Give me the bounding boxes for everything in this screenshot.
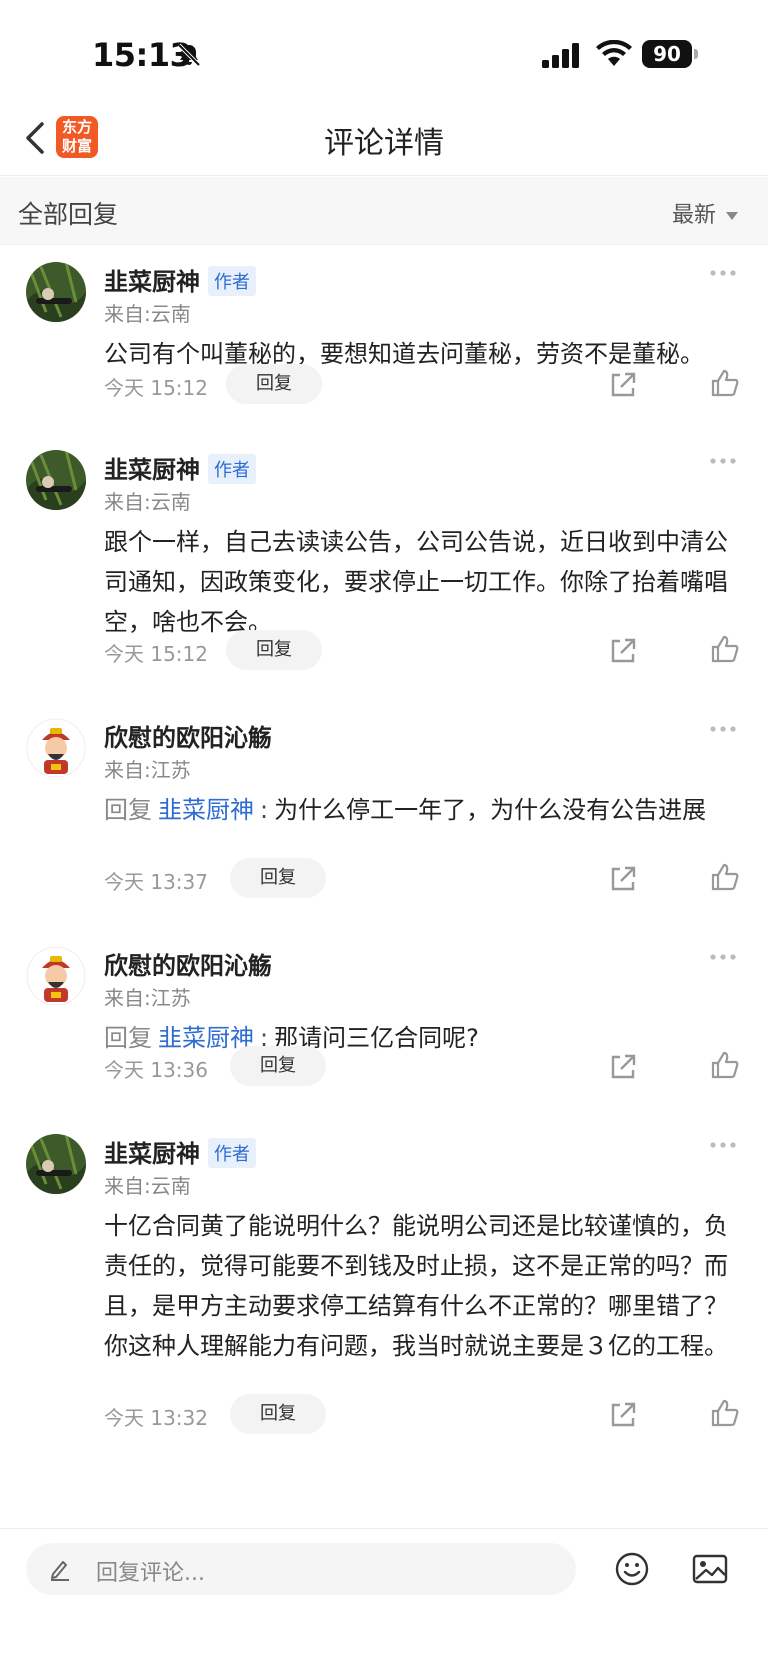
username-text: 欣慰的欧阳沁觞 bbox=[104, 724, 272, 752]
reply-button[interactable]: 回复 bbox=[226, 630, 322, 670]
comment-item: 韭菜厨神 作者 来自:云南 公司有个叫董秘的，要想知道去问董秘，劳资不是董秘。 今… bbox=[0, 246, 768, 434]
comment-time: 今天 13:37 bbox=[104, 870, 208, 894]
reply-button[interactable]: 回复 bbox=[226, 364, 322, 404]
comment-text: 回复 韭菜厨神: 为什么停工一年了，为什么没有公告进展 bbox=[104, 790, 744, 830]
thumbs-up-icon[interactable] bbox=[710, 368, 740, 398]
author-badge: 作者 bbox=[208, 266, 256, 296]
comment-footer: 今天 13:32 回复 bbox=[104, 1394, 744, 1434]
more-dots-icon[interactable] bbox=[708, 724, 738, 734]
username[interactable]: 韭菜厨神 作者 bbox=[104, 262, 256, 297]
comment-time: 今天 15:12 bbox=[104, 376, 208, 400]
comment-time: 今天 13:32 bbox=[104, 1406, 208, 1430]
share-icon[interactable] bbox=[608, 636, 638, 666]
user-location: 来自:江苏 bbox=[104, 986, 191, 1010]
comment-item: 欣慰的欧阳沁觞 来自:江苏 回复 韭菜厨神: 为什么停工一年了，为什么没有公告进展 … bbox=[0, 702, 768, 930]
thumbs-up-icon[interactable] bbox=[710, 862, 740, 892]
sort-dropdown[interactable]: 最新 bbox=[672, 197, 738, 229]
user-avatar[interactable] bbox=[26, 718, 86, 778]
reply-prefix: 回复 bbox=[104, 796, 152, 824]
user-avatar[interactable] bbox=[26, 1134, 86, 1194]
username-text: 韭菜厨神 bbox=[104, 456, 200, 484]
reply-input-placeholder: 回复评论... bbox=[96, 1561, 205, 1586]
battery-indicator: 90 bbox=[642, 40, 698, 68]
username-text: 韭菜厨神 bbox=[104, 268, 200, 296]
comment-footer: 今天 13:36 回复 bbox=[104, 1046, 744, 1086]
reply-text: 为什么停工一年了，为什么没有公告进展 bbox=[274, 796, 707, 824]
status-bar: 15:13 90 bbox=[0, 0, 768, 100]
share-icon[interactable] bbox=[608, 1052, 638, 1082]
section-title: 全部回复 bbox=[18, 200, 119, 229]
reply-separator: : bbox=[260, 796, 269, 824]
battery-level: 90 bbox=[642, 40, 692, 68]
comment-time: 今天 15:12 bbox=[104, 642, 208, 666]
wifi-icon bbox=[596, 40, 632, 66]
author-badge: 作者 bbox=[208, 1138, 256, 1168]
cellular-signal-icon bbox=[542, 43, 579, 68]
thumbs-up-icon[interactable] bbox=[710, 1398, 740, 1428]
comment-text: 十亿合同黄了能说明什么？能说明公司还是比较谨慎的，负责任的，觉得可能要不到钱及时… bbox=[104, 1212, 728, 1360]
share-icon[interactable] bbox=[608, 370, 638, 400]
comment-time: 今天 13:36 bbox=[104, 1058, 208, 1082]
comment-footer: 今天 15:12 回复 bbox=[104, 364, 744, 404]
pencil-icon bbox=[51, 1561, 69, 1581]
username[interactable]: 韭菜厨神 作者 bbox=[104, 1134, 256, 1169]
comment-footer: 今天 15:12 回复 bbox=[104, 630, 744, 670]
user-location: 来自:云南 bbox=[104, 490, 191, 514]
reply-button[interactable]: 回复 bbox=[230, 1046, 326, 1086]
nav-header: 东方 财富 评论详情 bbox=[0, 100, 768, 176]
comment-footer: 今天 13:37 回复 bbox=[104, 858, 744, 898]
more-dots-icon[interactable] bbox=[708, 952, 738, 962]
share-icon[interactable] bbox=[608, 1400, 638, 1430]
reply-bar: 回复评论... bbox=[0, 1528, 768, 1669]
replies-section-header: 全部回复 最新 bbox=[0, 177, 768, 245]
image-icon[interactable] bbox=[692, 1553, 728, 1585]
sort-label: 最新 bbox=[671, 203, 716, 228]
username-text: 韭菜厨神 bbox=[104, 1140, 200, 1168]
thumbs-up-icon[interactable] bbox=[710, 634, 740, 664]
reply-target-link[interactable]: 韭菜厨神 bbox=[158, 796, 254, 824]
username[interactable]: 欣慰的欧阳沁觞 bbox=[104, 718, 272, 753]
comment-item: 欣慰的欧阳沁觞 来自:江苏 回复 韭菜厨神: 那请问三亿合同呢? 今天 13:36 … bbox=[0, 930, 768, 1118]
more-dots-icon[interactable] bbox=[708, 456, 738, 466]
emoji-icon[interactable] bbox=[614, 1551, 650, 1587]
username-text: 欣慰的欧阳沁觞 bbox=[104, 952, 272, 980]
comment-item: 韭菜厨神 作者 来自:云南 跟个一样，自己去读读公告，公司公告说，近日收到中清公司… bbox=[0, 434, 768, 702]
comment-text: 跟个一样，自己去读读公告，公司公告说，近日收到中清公司通知，因政策变化，要求停止… bbox=[104, 528, 728, 636]
user-avatar[interactable] bbox=[26, 946, 86, 1006]
user-location: 来自:云南 bbox=[104, 1174, 191, 1198]
bell-slash-icon bbox=[177, 43, 201, 67]
battery-tip bbox=[694, 49, 698, 59]
user-avatar[interactable] bbox=[26, 450, 86, 510]
share-icon[interactable] bbox=[608, 864, 638, 894]
user-avatar[interactable] bbox=[26, 262, 86, 322]
more-dots-icon[interactable] bbox=[708, 268, 738, 278]
reply-button[interactable]: 回复 bbox=[230, 1394, 326, 1434]
author-badge: 作者 bbox=[208, 454, 256, 484]
page-title: 评论详情 bbox=[324, 126, 444, 161]
username[interactable]: 韭菜厨神 作者 bbox=[104, 450, 256, 485]
chevron-down-icon bbox=[726, 212, 738, 220]
comment-item: 韭菜厨神 作者 来自:云南 十亿合同黄了能说明什么？能说明公司还是比较谨慎的，负责… bbox=[0, 1118, 768, 1498]
thumbs-up-icon[interactable] bbox=[710, 1050, 740, 1080]
username[interactable]: 欣慰的欧阳沁觞 bbox=[104, 946, 272, 981]
user-location: 来自:云南 bbox=[104, 302, 191, 326]
user-location: 来自:江苏 bbox=[104, 758, 191, 782]
more-dots-icon[interactable] bbox=[708, 1140, 738, 1150]
reply-button[interactable]: 回复 bbox=[230, 858, 326, 898]
